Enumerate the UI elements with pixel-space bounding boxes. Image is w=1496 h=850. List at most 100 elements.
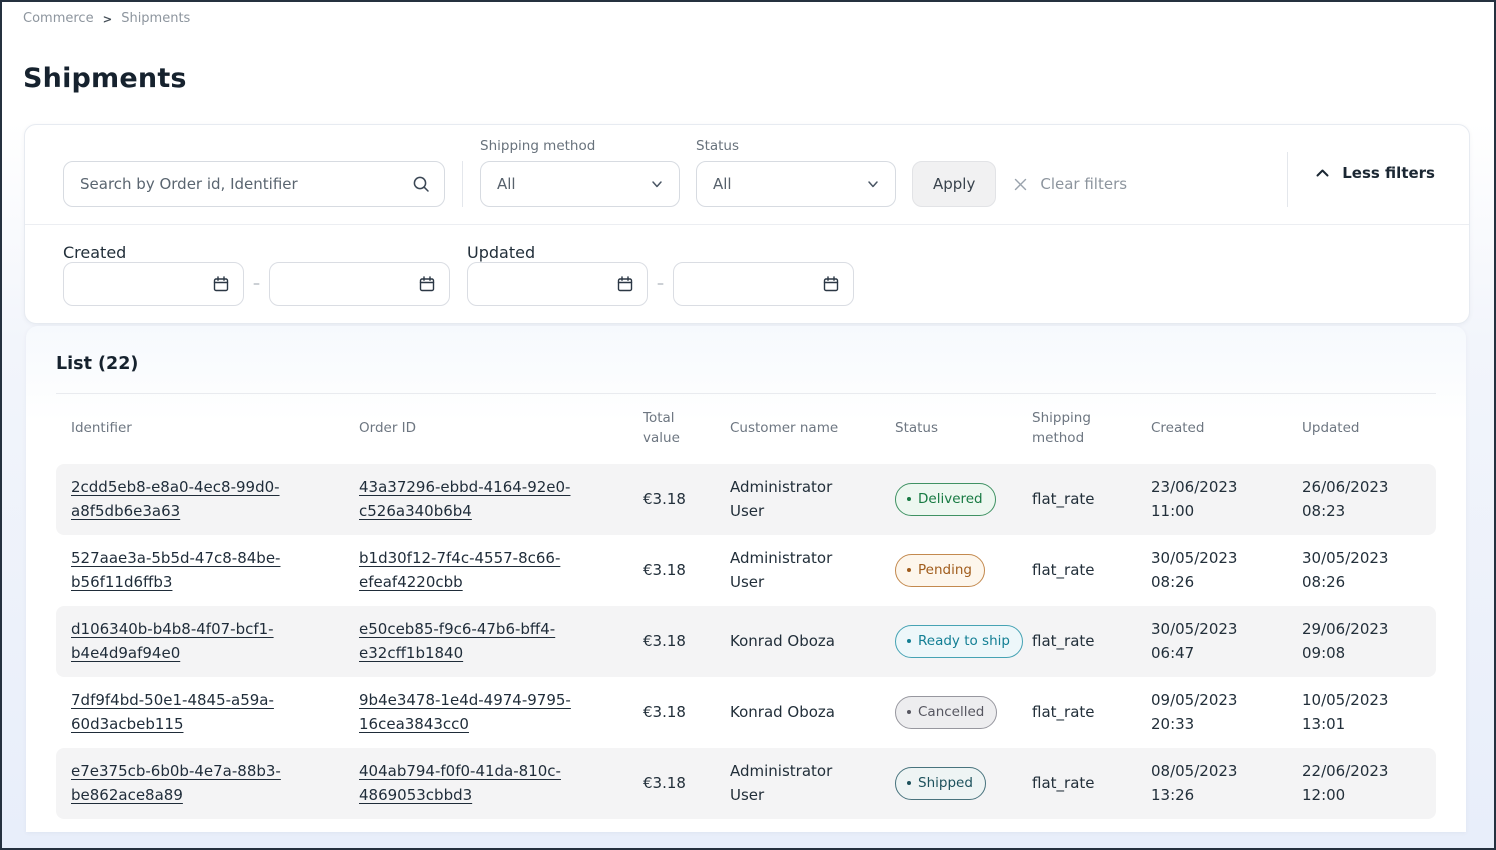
shipping-method-cell: flat_rate: [1017, 691, 1136, 734]
updated-from-field: [467, 262, 648, 306]
table-row: e7e375cb-6b0b-4e7a-88b3-be862ace8a89 404…: [56, 748, 1436, 819]
search-input[interactable]: [63, 161, 445, 207]
identifier-link[interactable]: d106340b-b4b8-4f07-bcf1-b4e4d9af94e0: [71, 620, 274, 661]
shipping-method-cell: flat_rate: [1017, 478, 1136, 521]
column-header-order-id: Order ID: [344, 419, 628, 439]
chevron-down-icon: [649, 176, 665, 192]
chevron-up-icon: [1314, 166, 1331, 180]
identifier-link[interactable]: e7e375cb-6b0b-4e7a-88b3-be862ace8a89: [71, 762, 281, 803]
created-time: 13:26: [1151, 784, 1272, 807]
updated-time: 08:23: [1302, 500, 1415, 523]
less-filters-toggle[interactable]: Less filters: [1314, 150, 1435, 196]
updated-date: 30/05/2023: [1302, 547, 1415, 570]
calendar-icon[interactable]: [417, 274, 437, 294]
identifier-cell: 2cdd5eb8-e8a0-4ec8-99d0-a8f5db6e3a63: [56, 466, 344, 533]
date-range-separator: –: [657, 276, 664, 292]
breadcrumb-item-shipments[interactable]: Shipments: [121, 11, 190, 26]
calendar-icon[interactable]: [821, 274, 841, 294]
shipping-method-label: Shipping method: [480, 138, 680, 154]
order-id-cell: 9b4e3478-1e4d-4974-9795-16cea3843cc0: [344, 679, 628, 746]
table-row: 2cdd5eb8-e8a0-4ec8-99d0-a8f5db6e3a63 43a…: [56, 464, 1436, 535]
updated-cell: 10/05/2023 13:01: [1287, 679, 1430, 746]
created-date: 30/05/2023: [1151, 618, 1272, 641]
status-badge: Pending: [895, 554, 985, 588]
identifier-cell: e7e375cb-6b0b-4e7a-88b3-be862ace8a89: [56, 750, 344, 817]
calendar-icon[interactable]: [615, 274, 635, 294]
column-header-identifier: Identifier: [56, 419, 344, 439]
updated-filter-label: Updated: [467, 243, 854, 262]
total-value-cell: €3.18: [628, 620, 715, 663]
identifier-link[interactable]: 2cdd5eb8-e8a0-4ec8-99d0-a8f5db6e3a63: [71, 478, 280, 519]
updated-cell: 22/06/2023 12:00: [1287, 750, 1430, 817]
clear-filters-button[interactable]: Clear filters: [1012, 161, 1127, 207]
column-header-updated: Updated: [1287, 419, 1430, 439]
order-id-link[interactable]: 9b4e3478-1e4d-4974-9795-16cea3843cc0: [359, 691, 571, 732]
customer-name-cell: Administrator User: [715, 750, 880, 817]
less-filters-label: Less filters: [1342, 164, 1435, 182]
updated-date: 26/06/2023: [1302, 476, 1415, 499]
status-dot-icon: [907, 497, 911, 501]
status-label: Pending: [918, 560, 972, 581]
created-from-field: [63, 262, 244, 306]
created-filter-label: Created: [63, 243, 450, 262]
updated-time: 08:26: [1302, 571, 1415, 594]
updated-to-input[interactable]: [686, 276, 821, 292]
total-value-cell: €3.18: [628, 478, 715, 521]
order-id-link[interactable]: 404ab794-f0f0-41da-810c-4869053cbbd3: [359, 762, 561, 803]
filters-row-dates: Created –: [25, 225, 1469, 323]
order-id-link[interactable]: 43a37296-ebbd-4164-92e0-c526a340b6b4: [359, 478, 570, 519]
created-date: 30/05/2023: [1151, 547, 1272, 570]
shipping-method-select[interactable]: All: [480, 161, 680, 207]
status-cell: Pending: [880, 544, 1017, 598]
created-time: 08:26: [1151, 571, 1272, 594]
shipping-method-cell: flat_rate: [1017, 620, 1136, 663]
created-time: 06:47: [1151, 642, 1272, 665]
shipments-page: Commerce > Shipments Shipments Shipping …: [0, 0, 1496, 850]
created-from-input[interactable]: [76, 276, 211, 292]
updated-time: 13:01: [1302, 713, 1415, 736]
identifier-link[interactable]: 7df9f4bd-50e1-4845-a59a-60d3acbeb115: [71, 691, 274, 732]
calendar-icon[interactable]: [211, 274, 231, 294]
updated-from-input[interactable]: [480, 276, 615, 292]
created-cell: 23/06/2023 11:00: [1136, 466, 1287, 533]
date-range-separator: –: [253, 276, 260, 292]
updated-filter-group: Updated –: [467, 243, 854, 306]
created-cell: 30/05/2023 06:47: [1136, 608, 1287, 675]
status-dot-icon: [907, 568, 911, 572]
page-title: Shipments: [23, 63, 1494, 94]
apply-button[interactable]: Apply: [912, 161, 996, 207]
order-id-link[interactable]: e50ceb85-f9c6-47b6-bff4-e32cff1b1840: [359, 620, 555, 661]
updated-cell: 30/05/2023 08:26: [1287, 537, 1430, 604]
status-badge: Shipped: [895, 767, 986, 801]
status-filter-value: All: [713, 175, 732, 193]
filters-row-main: Shipping method All Status All: [25, 125, 1469, 225]
created-to-input[interactable]: [282, 276, 417, 292]
filter-divider: [462, 161, 463, 207]
order-id-link[interactable]: b1d30f12-7f4c-4557-8c66-efeaf4220cbb: [359, 549, 560, 590]
total-value-cell: €3.18: [628, 549, 715, 592]
updated-cell: 26/06/2023 08:23: [1287, 466, 1430, 533]
created-time: 20:33: [1151, 713, 1272, 736]
clear-filters-label: Clear filters: [1040, 175, 1127, 193]
table-row: d106340b-b4b8-4f07-bcf1-b4e4d9af94e0 e50…: [56, 606, 1436, 677]
shipping-method-value: All: [497, 175, 516, 193]
identifier-link[interactable]: 527aae3a-5b5d-47c8-84be-b56f11d6ffb3: [71, 549, 280, 590]
status-label: Cancelled: [918, 702, 984, 723]
updated-date: 29/06/2023: [1302, 618, 1415, 641]
customer-name-cell: Administrator User: [715, 537, 880, 604]
status-dot-icon: [907, 710, 911, 714]
breadcrumb-item-commerce[interactable]: Commerce: [23, 11, 94, 26]
column-header-total-value: Total value: [628, 409, 715, 448]
status-label: Shipped: [918, 773, 973, 794]
table-header-row: Identifier Order ID Total value Customer…: [56, 394, 1436, 464]
order-id-cell: 43a37296-ebbd-4164-92e0-c526a340b6b4: [344, 466, 628, 533]
status-dot-icon: [907, 639, 911, 643]
column-header-created: Created: [1136, 419, 1287, 439]
list-title: List (22): [56, 326, 1436, 374]
customer-name-cell: Administrator User: [715, 466, 880, 533]
status-cell: Cancelled: [880, 686, 1017, 740]
created-cell: 30/05/2023 08:26: [1136, 537, 1287, 604]
status-select[interactable]: All: [696, 161, 896, 207]
created-cell: 09/05/2023 20:33: [1136, 679, 1287, 746]
created-time: 11:00: [1151, 500, 1272, 523]
